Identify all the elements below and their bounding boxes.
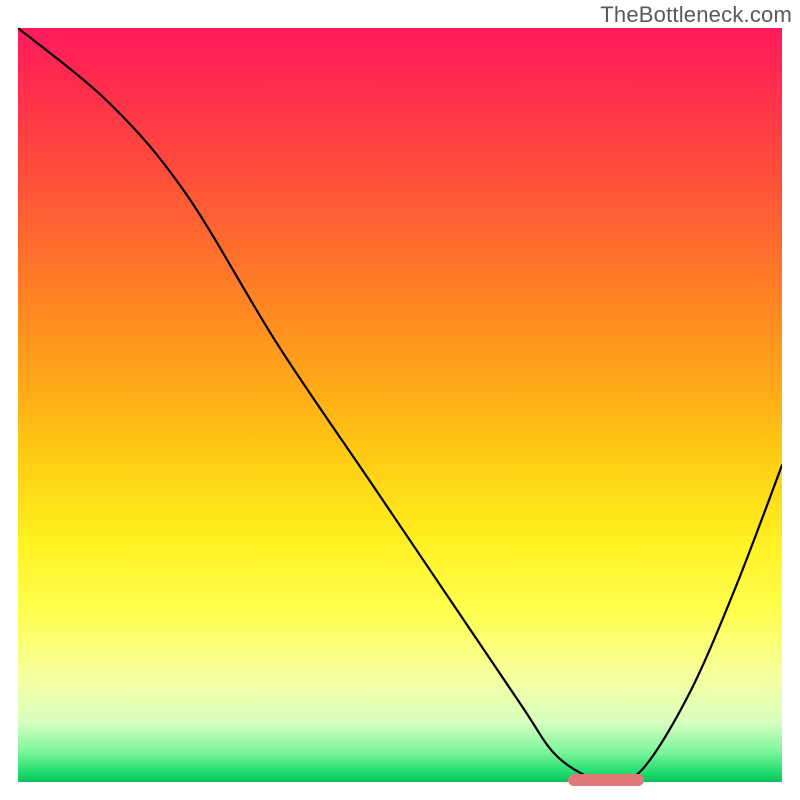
plot-area [18,28,782,782]
chart-stage: TheBottleneck.com [0,0,800,800]
bottleneck-curve [18,28,782,782]
watermark-text: TheBottleneck.com [600,2,792,28]
optimal-range-marker [568,774,644,786]
